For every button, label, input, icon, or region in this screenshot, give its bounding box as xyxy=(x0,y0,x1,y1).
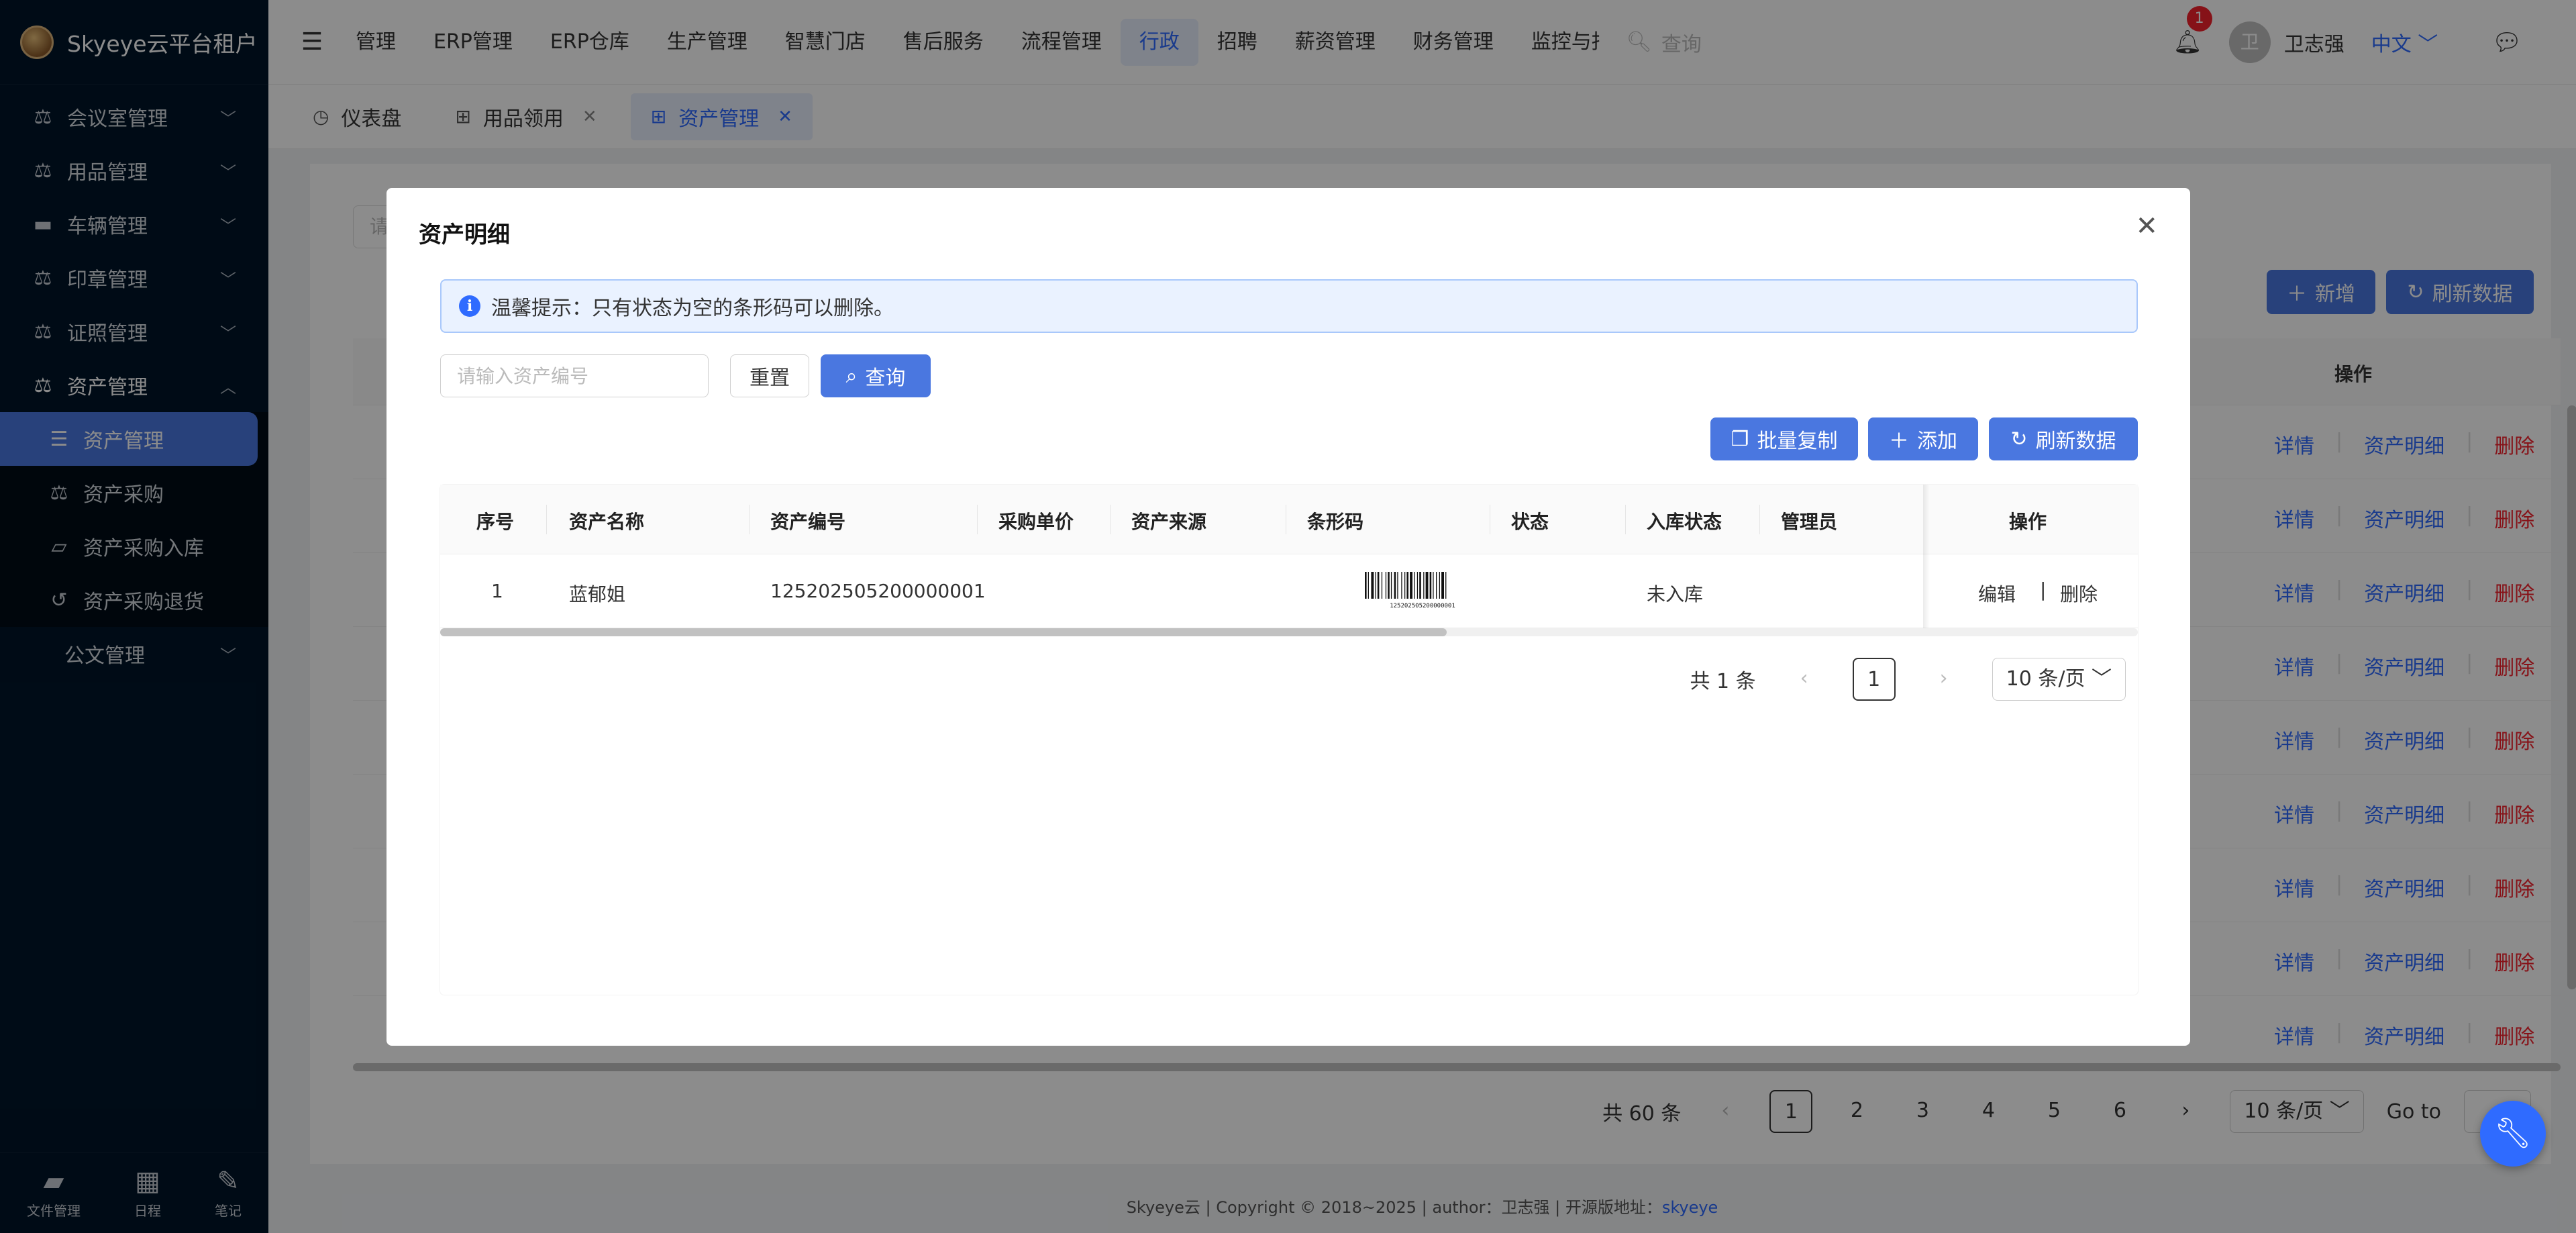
col-asset-name: 资产名称 xyxy=(569,511,645,533)
refresh-label: 刷新数据 xyxy=(2035,430,2116,453)
cell-index: 1 xyxy=(491,580,503,602)
action-divider: | xyxy=(2040,579,2047,601)
column-divider xyxy=(1110,505,1111,534)
query-label: 查询 xyxy=(865,366,906,390)
detail-table-header: 序号 资产名称 资产编号 采购单价 资产来源 条形码 状态 入库状态 管理员 操… xyxy=(440,485,2138,554)
edit-link[interactable]: 编辑 xyxy=(1978,580,2016,607)
delete-link[interactable]: 删除 xyxy=(2060,580,2098,607)
column-divider xyxy=(546,505,547,534)
fixed-column-shadow xyxy=(1923,485,1930,628)
col-ops: 操作 xyxy=(2009,511,2047,533)
next-page-icon[interactable]: › xyxy=(1922,658,1965,701)
horizontal-scrollbar-thumb[interactable] xyxy=(440,628,1447,636)
add-button[interactable]: ＋ 添加 xyxy=(1868,417,1978,460)
col-asset-source: 资产来源 xyxy=(1131,511,1207,533)
cell-asset-code: 125202505200000001 xyxy=(770,580,986,602)
plus-icon: ＋ xyxy=(1889,430,1909,453)
batch-copy-label: 批量复制 xyxy=(1757,430,1838,453)
column-divider xyxy=(977,505,978,534)
add-label: 添加 xyxy=(1917,430,1957,453)
page-1[interactable]: 1 xyxy=(1852,658,1896,701)
col-stock-status: 入库状态 xyxy=(1647,511,1722,533)
refresh-button[interactable]: ↻ 刷新数据 xyxy=(1989,417,2138,460)
col-status: 状态 xyxy=(1511,511,1549,533)
detail-total: 共 1 条 xyxy=(1690,670,1756,693)
reset-label: 重置 xyxy=(750,366,790,390)
col-barcode: 条形码 xyxy=(1307,511,1364,533)
col-admin: 管理员 xyxy=(1781,511,1838,533)
copy-icon: ❐ xyxy=(1731,427,1749,451)
modal-title: 资产明细 xyxy=(419,221,510,248)
barcode-image[interactable]: 125202505200000001 xyxy=(1362,569,1483,609)
asset-detail-modal: 资产明细 ✕ i 温馨提示：只有状态为空的条形码可以删除。 重置 ⌕ 查询 ❐ … xyxy=(387,188,2190,1046)
barcode-text: 125202505200000001 xyxy=(1390,603,1455,609)
table-row[interactable]: 1 蓝郁姐 125202505200000001 125202505200000… xyxy=(440,554,2138,628)
batch-copy-button[interactable]: ❐ 批量复制 xyxy=(1710,417,1858,460)
refresh-icon: ↻ xyxy=(2010,427,2028,451)
wrench-icon[interactable]: 🔧︎ xyxy=(2480,1101,2546,1167)
prev-page-icon[interactable]: ‹ xyxy=(1783,658,1826,701)
tip-text: 温馨提示：只有状态为空的条形码可以删除。 xyxy=(491,297,894,320)
column-divider xyxy=(749,505,750,534)
detail-pagination: 共 1 条 ‹ 1 › 10 条/页 ﹀ xyxy=(1690,658,2126,701)
col-asset-code: 资产编号 xyxy=(770,511,846,533)
reset-button[interactable]: 重置 xyxy=(730,354,809,397)
close-icon[interactable]: ✕ xyxy=(2135,211,2158,242)
info-icon: i xyxy=(459,295,480,317)
query-button[interactable]: ⌕ 查询 xyxy=(821,354,931,397)
detail-page-size-select[interactable]: 10 条/页 ﹀ xyxy=(1992,658,2126,701)
asset-code-search-input[interactable] xyxy=(440,354,709,397)
cell-stock-status: 未入库 xyxy=(1647,583,1704,605)
tip-alert: i 温馨提示：只有状态为空的条形码可以删除。 xyxy=(440,279,2138,333)
col-index: 序号 xyxy=(476,511,515,533)
search-icon: ⌕ xyxy=(845,364,858,388)
column-divider xyxy=(1759,505,1760,534)
cell-asset-name: 蓝郁姐 xyxy=(569,583,626,605)
column-divider xyxy=(1625,505,1626,534)
col-unit-price: 采购单价 xyxy=(998,511,1074,533)
detail-page-size-label: 10 条/页 xyxy=(2006,667,2085,691)
